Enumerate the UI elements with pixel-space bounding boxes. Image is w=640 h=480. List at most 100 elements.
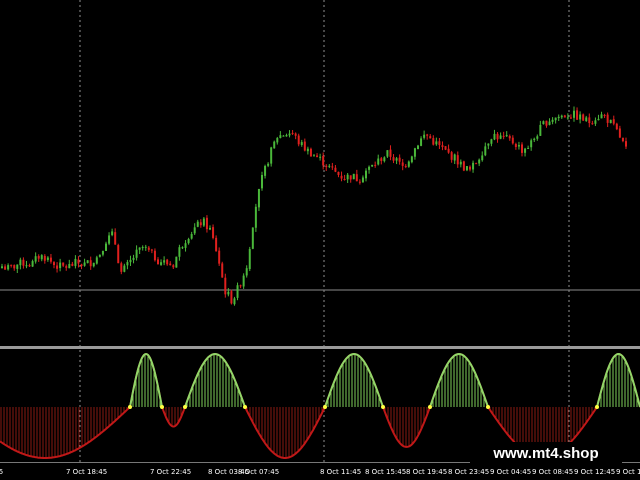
candle-body xyxy=(215,237,218,252)
candle-body xyxy=(282,135,285,137)
candle-body xyxy=(37,256,40,259)
candle-body xyxy=(435,141,438,145)
candle-body xyxy=(261,175,263,189)
candle-body xyxy=(404,165,407,167)
chart-window[interactable]: 7 Oct 14:45 7 Oct 18:45 7 Oct 22:45 8 Oct 0… xyxy=(0,0,640,480)
candle-body xyxy=(478,159,481,164)
candle-body xyxy=(551,119,554,122)
candle-body xyxy=(597,118,600,121)
candle-body xyxy=(101,250,104,255)
candle-body xyxy=(53,262,55,266)
candle-body xyxy=(86,260,89,264)
candle-body xyxy=(147,247,150,250)
candle-body xyxy=(218,250,221,264)
candle-body xyxy=(199,222,202,226)
candle-body xyxy=(340,175,343,179)
candle-body xyxy=(352,173,355,180)
candle-body xyxy=(22,259,25,266)
candle-body xyxy=(120,263,123,272)
oscillator-cross-marker xyxy=(595,405,599,409)
candle-body xyxy=(361,177,364,183)
candle-body xyxy=(505,135,508,137)
candle-body xyxy=(539,124,542,136)
candle-body xyxy=(456,155,459,165)
time-axis-label: 9 Oct 16:45 xyxy=(616,468,640,476)
candle-body xyxy=(279,135,282,139)
candle-body xyxy=(346,174,349,180)
candle-body xyxy=(517,145,520,147)
time-axis-label: 7 Oct 22:45 xyxy=(150,468,191,476)
oscillator-cross-marker xyxy=(486,405,490,409)
candle-body xyxy=(355,174,358,182)
candle-body xyxy=(19,259,22,266)
candle-body xyxy=(56,265,59,269)
candle-body xyxy=(438,141,441,146)
candle-body xyxy=(111,231,114,236)
candle-body xyxy=(569,117,572,119)
candle-body xyxy=(444,146,447,150)
candle-body xyxy=(114,232,117,245)
candle-body xyxy=(291,132,294,134)
candle-body xyxy=(328,165,331,167)
candle-body xyxy=(89,260,92,267)
oscillator-cross-marker xyxy=(160,405,164,409)
candle-body xyxy=(4,266,7,270)
oscillator-cross-marker xyxy=(128,405,132,409)
candle-body xyxy=(108,235,111,244)
candle-body xyxy=(398,157,401,162)
candle-body xyxy=(157,259,159,265)
candle-body xyxy=(202,218,205,226)
candle-body xyxy=(325,165,328,168)
candle-body xyxy=(585,117,588,122)
candle-body xyxy=(603,114,606,116)
candle-body xyxy=(34,256,37,262)
candle-body xyxy=(337,171,340,175)
candle-body xyxy=(566,117,569,119)
candle-body xyxy=(462,161,465,171)
candle-body xyxy=(417,145,419,150)
time-axis-label: 9 Oct 08:45 xyxy=(532,468,573,476)
candle-body xyxy=(514,143,517,148)
candle-body xyxy=(475,163,478,165)
candle-body xyxy=(392,157,395,161)
candle-body xyxy=(527,147,530,149)
candle-body xyxy=(496,133,499,140)
candle-body xyxy=(181,247,184,249)
oscillator-cross-marker xyxy=(323,405,327,409)
candle-body xyxy=(132,257,135,260)
candle-body xyxy=(380,158,383,161)
candle-body xyxy=(377,158,380,165)
candle-body xyxy=(270,147,273,164)
candle-body xyxy=(383,157,386,162)
candle-body xyxy=(594,120,597,124)
candle-body xyxy=(233,298,236,305)
candle-body xyxy=(368,166,371,170)
candle-body xyxy=(313,155,315,157)
watermark-label: www.mt4.shop xyxy=(470,442,622,466)
candle-body xyxy=(10,264,13,266)
candle-body xyxy=(334,167,337,172)
candle-body xyxy=(273,141,276,149)
candle-body xyxy=(426,134,429,136)
candle-body xyxy=(144,246,147,248)
candle-body xyxy=(502,135,505,137)
candle-body xyxy=(554,117,557,121)
candle-body xyxy=(83,262,86,266)
candle-body xyxy=(251,227,254,249)
candle-body xyxy=(395,158,398,161)
candle-body xyxy=(150,249,153,251)
candle-body xyxy=(276,138,279,143)
candle-body xyxy=(28,265,31,267)
oscillator-cross-marker xyxy=(381,405,385,409)
candle-body xyxy=(65,266,68,268)
candle-body xyxy=(365,170,367,179)
candle-body xyxy=(187,239,190,244)
candle-body xyxy=(481,155,484,161)
candle-body xyxy=(453,154,456,161)
candle-body xyxy=(254,206,257,228)
candle-body xyxy=(172,265,175,268)
candle-body xyxy=(49,257,52,262)
candle-body xyxy=(423,134,426,138)
candle-body xyxy=(169,263,172,266)
candle-body xyxy=(371,164,374,167)
